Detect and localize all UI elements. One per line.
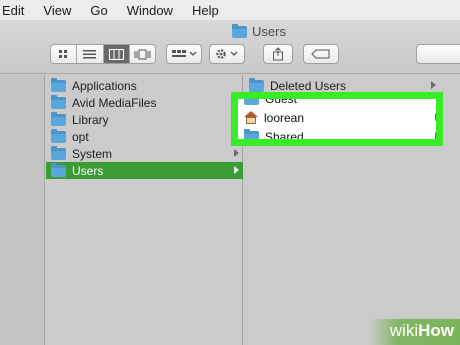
disclosure-arrow-icon [431,81,436,89]
folder-icon [232,23,247,38]
icon-view-icon [59,49,68,58]
list-item-label: Library [72,112,109,127]
share-button[interactable] [263,44,293,64]
cover-flow-button[interactable] [129,45,155,63]
home-body [246,117,256,124]
disclosure-arrow-icon [435,113,436,121]
window-title: Users [232,23,286,39]
list-item-label: opt [72,129,89,144]
list-item-shared[interactable]: Shared [244,128,436,144]
folder-icon [51,128,66,143]
browser-column-0 [0,75,45,345]
list-item-guest[interactable]: Guest [244,92,436,107]
watermark-part1: wiki [389,321,419,340]
folder-icon [51,145,66,160]
menu-view[interactable]: View [43,3,71,18]
search-field[interactable] [416,44,460,64]
arrange-button[interactable] [166,44,202,64]
column-view-button[interactable] [103,45,130,63]
list-item-library[interactable]: Library [46,111,243,128]
gear-icon [216,49,238,59]
menu-go[interactable]: Go [90,3,107,18]
menu-window[interactable]: Window [127,3,173,18]
list-item-label: Guest [265,92,298,106]
tag-button[interactable] [303,44,339,64]
disclosure-arrow-icon [234,149,239,157]
list-item-home-folder[interactable]: loorean [244,109,436,126]
tag-icon [311,49,330,59]
folder-icon [51,77,66,92]
menu-bar: Edit View Go Window Help [0,0,460,20]
menu-edit[interactable]: Edit [2,3,24,18]
icon-view-button[interactable] [51,45,78,63]
watermark-logo: wikiHow [390,321,454,341]
list-item-label: loorean [264,110,305,125]
folder-icon [51,162,66,177]
window-title-text: Users [252,24,286,39]
list-item-users[interactable]: Users [46,162,243,179]
highlight-box: Guest loorean Shared [231,92,443,146]
folder-icon [244,99,259,105]
column-view-icon [108,48,124,60]
list-item-avid-mediafiles[interactable]: Avid MediaFiles [46,94,243,111]
list-item-system[interactable]: System [46,145,243,162]
list-item-label: System [72,146,113,161]
share-icon [273,47,283,61]
cover-flow-icon [134,49,151,59]
list-item-label: Deleted Users [270,78,347,93]
menu-help[interactable]: Help [192,3,219,18]
list-item-label: Applications [72,78,137,93]
disclosure-arrow-icon [435,132,436,139]
list-view-button[interactable] [77,45,104,63]
arrange-icon [172,50,197,57]
home-icon [244,111,258,124]
folder-icon [244,128,259,139]
view-mode-control [50,44,156,64]
disclosure-arrow-icon [234,166,239,174]
list-item-label: Shared [265,129,304,144]
folder-icon [51,94,66,109]
list-view-icon [83,49,97,58]
watermark-part2: How [418,321,454,340]
list-item-applications[interactable]: Applications [46,77,243,94]
finder-toolbar: Users [0,20,460,74]
list-item-label: Users [72,163,104,178]
action-button[interactable] [209,44,245,64]
list-item-label: Avid MediaFiles [72,95,157,110]
list-item-opt[interactable]: opt [46,128,243,145]
folder-icon [51,111,66,126]
folder-icon [249,77,264,92]
